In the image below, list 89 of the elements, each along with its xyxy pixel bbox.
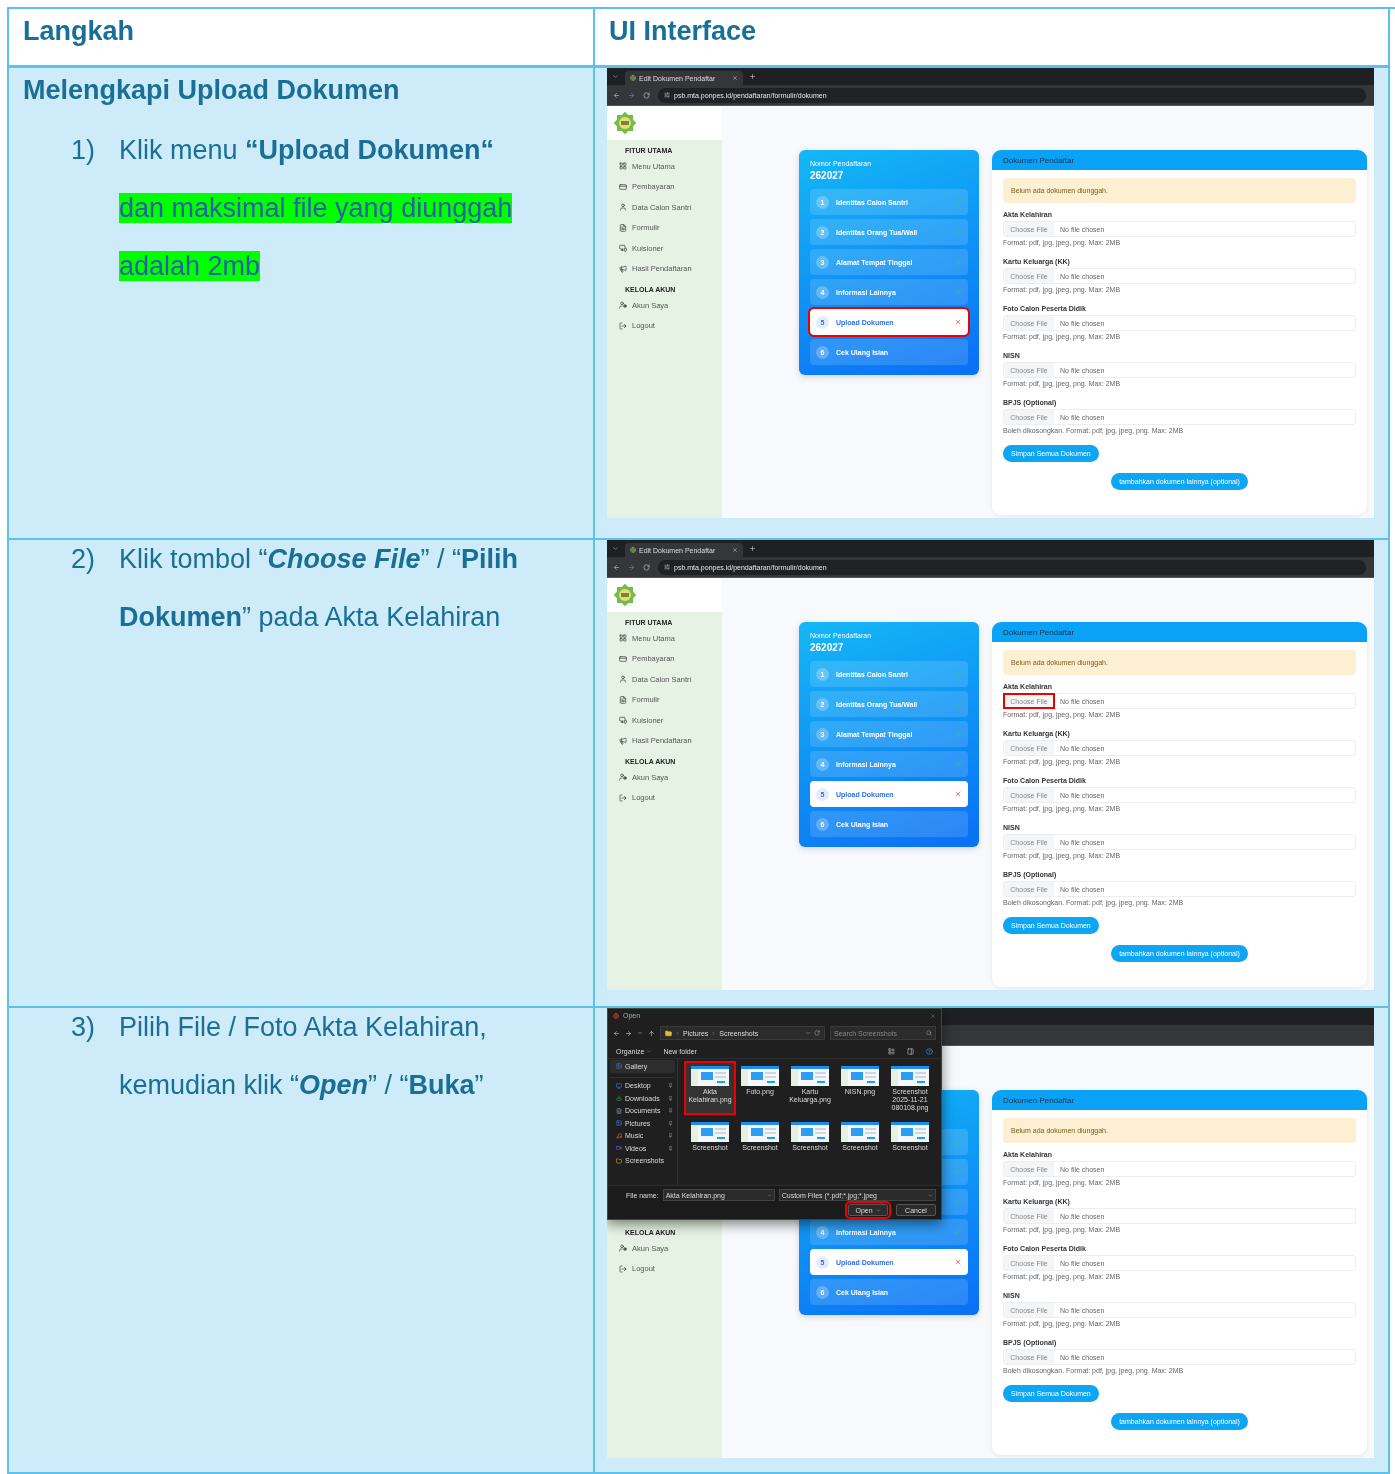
folder-icon — [616, 1157, 622, 1164]
cross-icon — [954, 790, 962, 798]
megaphone-icon — [619, 264, 627, 273]
search-icon — [926, 1030, 932, 1036]
caret-icon — [766, 1192, 772, 1198]
card-title: Dokumen Pendaftar — [992, 150, 1367, 170]
close-icon[interactable] — [732, 547, 738, 553]
music-icon — [616, 1132, 622, 1139]
view-icon[interactable] — [888, 1047, 895, 1055]
new-tab-icon[interactable] — [749, 73, 756, 80]
check-icon — [954, 760, 962, 768]
check-icon — [954, 670, 962, 678]
gallery-icon — [616, 1063, 622, 1070]
chevron-icon — [675, 1030, 680, 1036]
step-instruction: Klik tombol “Choose File” / “Pilih Dokumen” pada Akta Kelahiran — [119, 543, 520, 634]
check-icon — [954, 1228, 962, 1236]
favicon-icon — [630, 75, 636, 81]
site-settings-icon[interactable] — [664, 92, 670, 98]
column-header: Langkah — [9, 9, 595, 68]
forward-icon[interactable] — [628, 91, 635, 99]
refresh-icon[interactable] — [814, 1030, 820, 1036]
recent-icon[interactable] — [637, 1030, 643, 1036]
devices-icon — [619, 244, 627, 253]
caret-icon — [646, 1048, 652, 1054]
tab-list-icon[interactable] — [612, 545, 619, 552]
cross-icon — [954, 318, 962, 326]
user-gear-icon — [619, 1244, 627, 1253]
grid-icon — [619, 162, 627, 171]
caret-icon — [928, 1192, 933, 1198]
card-title: Dokumen Pendaftar — [992, 1090, 1367, 1110]
column-header: UI Interface — [595, 9, 1390, 68]
credit-card-icon — [619, 182, 627, 191]
logout-icon — [619, 321, 627, 330]
back-icon[interactable] — [613, 1029, 620, 1037]
user-gear-icon — [619, 773, 627, 782]
check-icon — [954, 198, 962, 206]
close-icon[interactable] — [732, 75, 738, 81]
grid-icon — [619, 634, 627, 643]
user-gear-icon — [619, 301, 627, 310]
step-instruction: Pilih File / Foto Akta Kelahiran, kemudian klik “Open” / “Buka” — [119, 1011, 488, 1102]
favicon-icon — [630, 547, 636, 553]
megaphone-icon — [619, 736, 627, 745]
form-icon — [619, 695, 627, 704]
up-icon[interactable] — [648, 1029, 655, 1037]
image-icon — [616, 1120, 622, 1127]
chevron-icon — [711, 1030, 717, 1036]
tab-list-icon[interactable] — [612, 73, 619, 80]
form-icon — [619, 223, 627, 232]
section-heading: Melengkapi Upload Dokumen — [23, 74, 401, 107]
check-icon — [954, 258, 962, 266]
check-icon — [954, 1168, 962, 1176]
logout-icon — [619, 793, 627, 802]
list-number: 2) — [71, 543, 96, 576]
list-number: 3) — [71, 1011, 96, 1044]
close-icon[interactable] — [930, 1012, 936, 1019]
check-icon — [954, 228, 962, 236]
reload-icon[interactable] — [643, 563, 650, 571]
video-icon — [616, 1145, 622, 1152]
back-icon[interactable] — [613, 563, 620, 571]
logout-icon — [619, 1264, 627, 1273]
user-icon — [619, 675, 627, 684]
credit-card-icon — [619, 654, 627, 663]
back-icon[interactable] — [613, 91, 620, 99]
site-settings-icon[interactable] — [664, 564, 670, 570]
user-icon — [619, 203, 627, 212]
caret-icon — [875, 1207, 881, 1213]
desktop-icon — [616, 1082, 622, 1089]
forward-icon[interactable] — [628, 563, 635, 571]
new-tab-icon[interactable] — [749, 545, 756, 552]
registration-number: 262027 — [810, 641, 845, 654]
reload-icon[interactable] — [643, 91, 650, 99]
forward-icon[interactable] — [625, 1029, 632, 1037]
download-icon — [616, 1095, 622, 1102]
check-icon — [954, 730, 962, 738]
check-icon — [954, 288, 962, 296]
check-icon — [954, 1138, 962, 1146]
caret-icon[interactable] — [805, 1030, 811, 1036]
app-icon — [613, 1012, 619, 1019]
registration-number: 262027 — [810, 169, 845, 182]
preview-pane-icon[interactable] — [907, 1047, 914, 1055]
folder-icon — [665, 1029, 672, 1037]
cross-icon — [954, 1258, 962, 1266]
card-title: Dokumen Pendaftar — [992, 622, 1367, 642]
document-icon — [616, 1107, 622, 1114]
list-number: 1) — [71, 134, 96, 167]
devices-icon — [619, 716, 627, 725]
check-icon — [954, 1198, 962, 1206]
help-icon[interactable] — [926, 1047, 933, 1055]
check-icon — [954, 700, 962, 708]
